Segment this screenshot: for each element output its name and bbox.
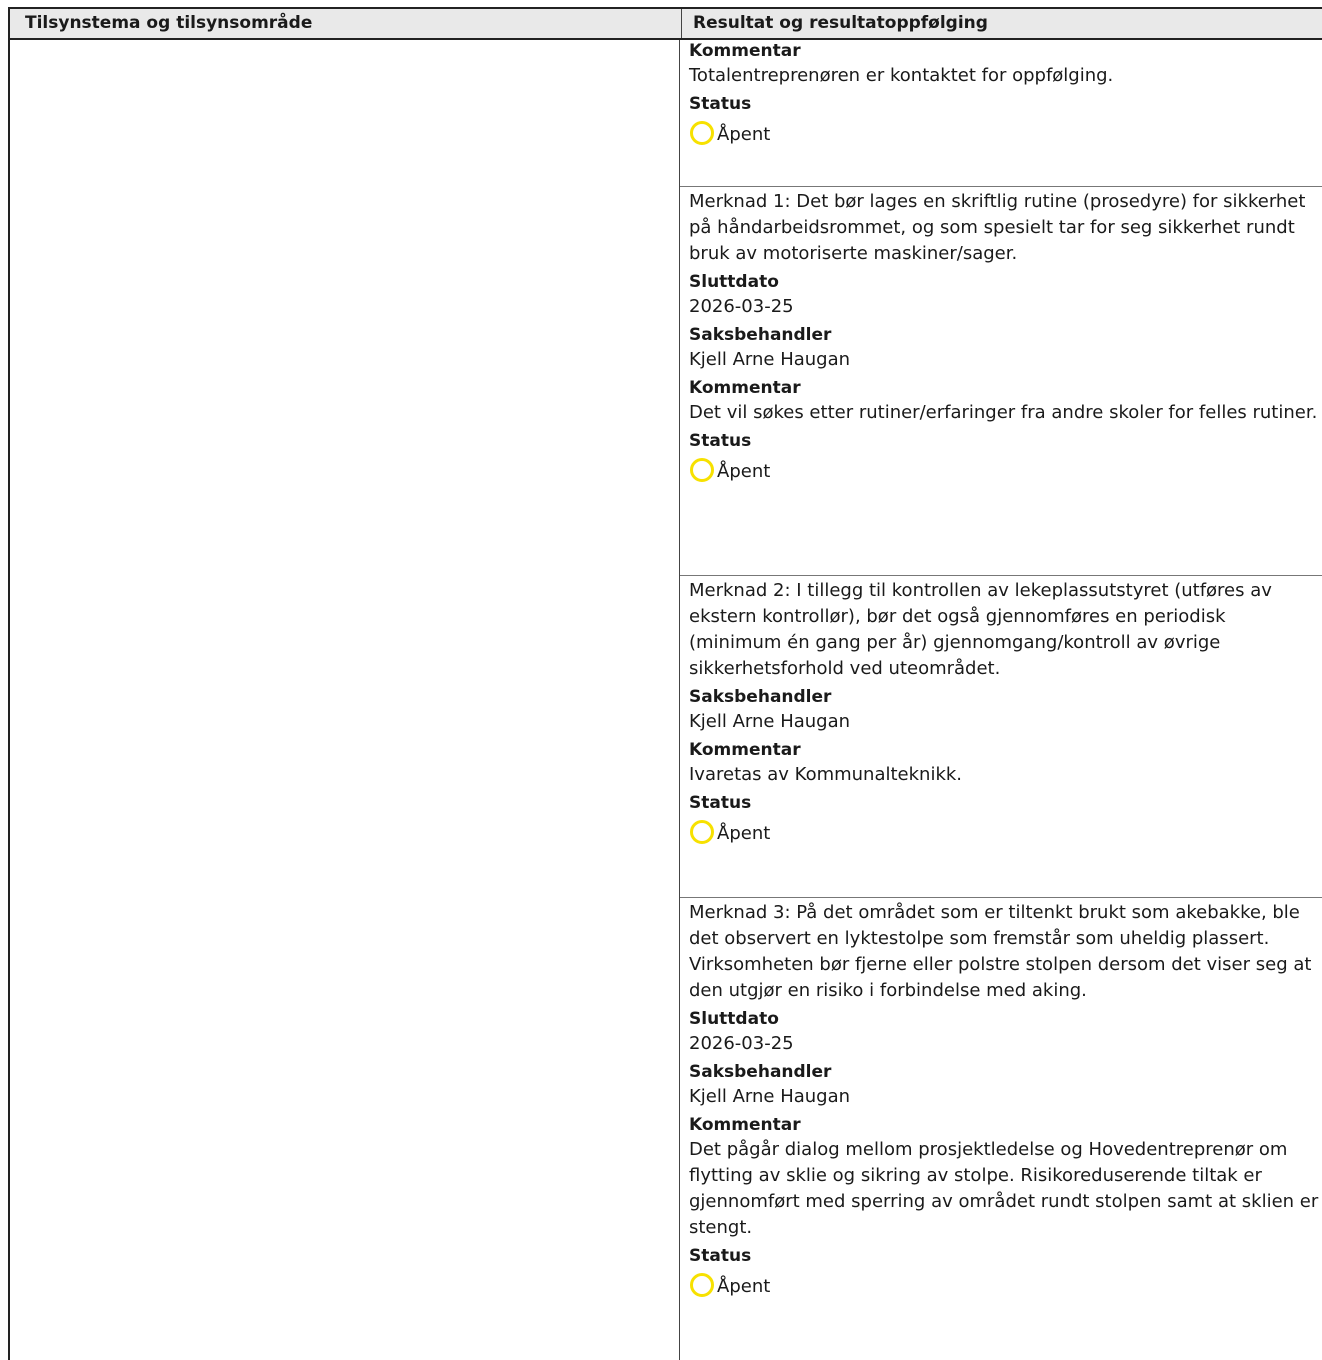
finding-note: Merknad 3: På det området som er tiltenk… (689, 902, 1312, 1001)
status-value: Åpent (689, 1268, 1320, 1298)
status-value: Åpent (689, 815, 1320, 845)
case-handler-value: Kjell Arne Haugan (689, 349, 851, 370)
end-date-label: Sluttdato (689, 272, 779, 292)
status-text: Åpent (717, 823, 771, 844)
status-open-circle-icon (690, 458, 714, 482)
case-handler-label: Saksbehandler (689, 1062, 832, 1082)
end-date-value: 2026-03-25 (689, 296, 794, 317)
status-open-circle-icon (690, 121, 714, 145)
findings-table: Tilsynstema og tilsynsområde Resultat og… (8, 7, 1322, 1360)
status-label: Status (689, 1246, 752, 1266)
end-date-label: Sluttdato (689, 1009, 779, 1029)
result-block: Merknad 1: Det bør lages en skriftlig ru… (680, 187, 1322, 576)
status-text: Åpent (717, 461, 771, 482)
end-date-value: 2026-03-25 (689, 1033, 794, 1054)
comment-label: Kommentar (689, 41, 801, 61)
status-value: Åpent (689, 116, 1320, 146)
comment-label: Kommentar (689, 378, 801, 398)
status-label: Status (689, 431, 752, 451)
status-label: Status (689, 793, 752, 813)
result-block: Merknad 2: I tillegg til kontrollen av l… (680, 576, 1322, 898)
case-handler-value: Kjell Arne Haugan (689, 711, 851, 732)
case-handler-label: Saksbehandler (689, 687, 832, 707)
comment-text: Det vil søkes etter rutiner/erfaringer f… (689, 402, 1318, 423)
status-label: Status (689, 94, 752, 114)
case-handler-label: Saksbehandler (689, 325, 832, 345)
result-cell: Kommentar Totalentreprenøren er kontakte… (680, 40, 1322, 1360)
comment-text: Ivaretas av Kommunalteknikk. (689, 764, 963, 785)
theme-cell-empty (8, 40, 680, 1360)
column-header-theme: Tilsynstema og tilsynsområde (10, 9, 682, 38)
column-header-result: Resultat og resultatoppfølging (693, 13, 988, 33)
status-text: Åpent (717, 124, 771, 145)
status-open-circle-icon (690, 1273, 714, 1297)
comment-label: Kommentar (689, 1115, 801, 1135)
result-block: Merknad 3: På det området som er tiltenk… (680, 898, 1322, 1332)
status-value: Åpent (689, 453, 1320, 483)
comment-label: Kommentar (689, 740, 801, 760)
result-block: Kommentar Totalentreprenøren er kontakte… (680, 40, 1322, 187)
table-body: Kommentar Totalentreprenøren er kontakte… (8, 40, 1322, 1360)
finding-note: Merknad 2: I tillegg til kontrollen av l… (689, 580, 1272, 679)
status-open-circle-icon (690, 820, 714, 844)
comment-text: Totalentreprenøren er kontaktet for oppf… (689, 65, 1114, 86)
finding-note: Merknad 1: Det bør lages en skriftlig ru… (689, 191, 1306, 264)
case-handler-value: Kjell Arne Haugan (689, 1086, 851, 1107)
table-header-row: Tilsynstema og tilsynsområde Resultat og… (8, 7, 1322, 40)
status-text: Åpent (717, 1276, 771, 1297)
comment-text: Det pågår dialog mellom prosjektledelse … (689, 1139, 1319, 1238)
